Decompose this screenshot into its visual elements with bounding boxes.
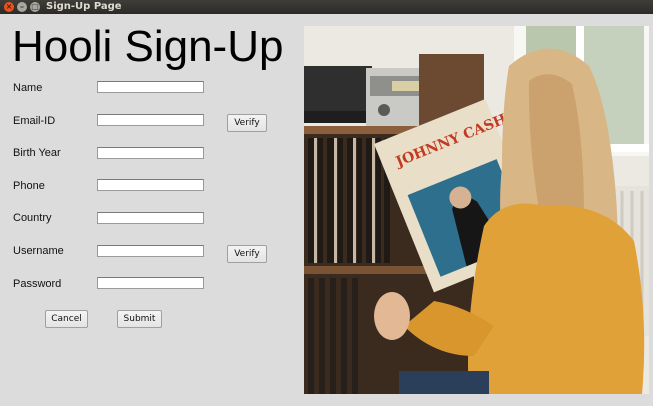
phone-label: Phone <box>13 180 45 192</box>
email-label: Email-ID <box>13 115 56 127</box>
email-input[interactable] <box>97 114 204 126</box>
header-photo: JOHNNY CASH <box>304 26 649 394</box>
verify-username-button[interactable]: Verify <box>227 245 267 263</box>
name-label: Name <box>13 82 43 94</box>
country-input[interactable] <box>97 212 204 224</box>
birth-year-input[interactable] <box>97 147 204 159</box>
name-input[interactable] <box>97 81 204 93</box>
submit-button[interactable]: Submit <box>117 310 162 328</box>
photo-illustration: JOHNNY CASH <box>304 26 649 394</box>
window-titlebar[interactable]: × – □ Sign-Up Page <box>0 0 653 14</box>
verify-email-button[interactable]: Verify <box>227 114 267 132</box>
window-title: Sign-Up Page <box>46 1 122 12</box>
username-input[interactable] <box>97 245 204 257</box>
signup-window: Hooli Sign-Up Name Email-ID Verify Birth… <box>0 14 653 406</box>
password-input[interactable] <box>97 277 204 289</box>
birth-year-label: Birth Year <box>13 147 61 159</box>
close-window-icon[interactable]: × <box>4 2 14 12</box>
minimize-window-icon[interactable]: – <box>17 2 27 12</box>
phone-input[interactable] <box>97 179 204 191</box>
cancel-button[interactable]: Cancel <box>45 310 88 328</box>
maximize-window-icon[interactable]: □ <box>30 2 40 12</box>
password-label: Password <box>13 278 62 290</box>
page-title: Hooli Sign-Up <box>12 22 284 71</box>
username-label: Username <box>13 245 64 257</box>
country-label: Country <box>13 212 52 224</box>
